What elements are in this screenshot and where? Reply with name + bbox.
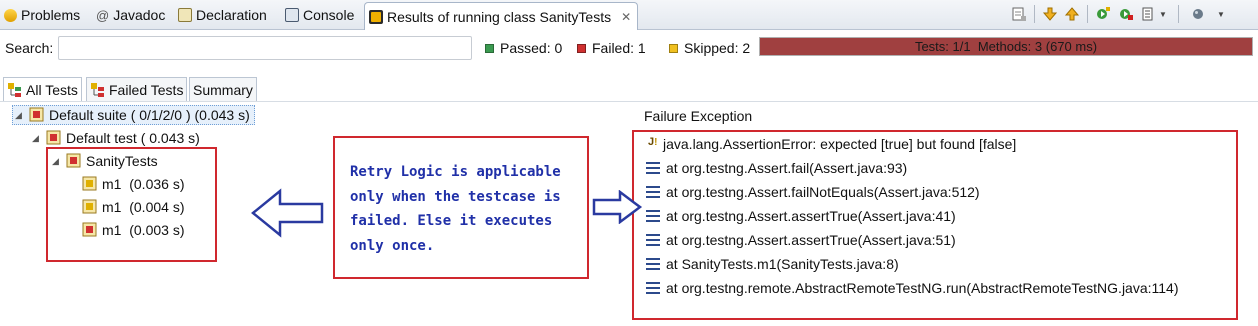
tab-problems[interactable]: Problems bbox=[4, 4, 80, 26]
test-hierarchy-icon bbox=[8, 82, 21, 97]
stack-frame-text: at org.testng.Assert.fail(Assert.java:93… bbox=[666, 160, 908, 176]
tab-console[interactable]: Console bbox=[285, 4, 354, 26]
stack-frame-icon bbox=[646, 234, 660, 246]
test-progress-bar: Tests: 1/1 Methods: 3 (670 ms) bbox=[759, 37, 1253, 56]
skipped-icon bbox=[669, 43, 678, 53]
tab-label: Declaration bbox=[196, 7, 267, 23]
tab-summary[interactable]: Summary bbox=[189, 77, 257, 101]
right-arrow-icon bbox=[592, 190, 643, 224]
declaration-icon bbox=[178, 8, 192, 22]
expand-icon[interactable]: ◢ bbox=[32, 133, 42, 144]
stack-frame-icon bbox=[646, 282, 660, 294]
tab-testng-results[interactable]: Results of running class SanityTests ✕ bbox=[364, 2, 639, 30]
passed-label: Passed: 0 bbox=[500, 40, 563, 56]
exception-text: java.lang.AssertionError: expected [true… bbox=[663, 136, 1017, 152]
problems-icon bbox=[4, 8, 17, 22]
tab-label: All Tests bbox=[26, 81, 78, 98]
stack-frame-row[interactable]: at org.testng.Assert.assertTrue(Assert.j… bbox=[646, 206, 956, 226]
failed-counter: Failed: 1 bbox=[577, 40, 646, 56]
layout-menu-icon[interactable] bbox=[1141, 6, 1157, 22]
close-icon[interactable]: ✕ bbox=[621, 10, 631, 24]
suite-icon bbox=[29, 107, 44, 122]
stack-frame-icon bbox=[646, 186, 660, 198]
tab-all-tests[interactable]: All Tests bbox=[3, 77, 82, 101]
tree-item-test[interactable]: ◢ Default test ( 0.043 s) bbox=[32, 128, 200, 148]
stack-frame-text: at org.testng.Assert.assertTrue(Assert.j… bbox=[666, 232, 956, 248]
tab-failed-tests[interactable]: Failed Tests bbox=[86, 77, 188, 101]
tree-label: Default suite ( 0/1/2/0 ) (0.043 s) bbox=[49, 107, 250, 123]
rerun-icon[interactable] bbox=[1095, 6, 1111, 22]
exception-row[interactable]: J! java.lang.AssertionError: expected [t… bbox=[648, 134, 1016, 154]
failure-exception-title: Failure Exception bbox=[644, 108, 753, 124]
stack-frame-icon bbox=[646, 258, 660, 270]
passed-counter: Passed: 0 bbox=[485, 40, 562, 56]
stack-frame-row[interactable]: at SanityTests.m1(SanityTests.java:8) bbox=[646, 254, 899, 274]
search-label: Search: bbox=[5, 40, 54, 56]
tab-label: Console bbox=[303, 7, 355, 23]
toolbar-separator bbox=[1087, 5, 1088, 23]
test-icon bbox=[46, 130, 61, 145]
stack-frame-row[interactable]: at org.testng.remote.AbstractRemoteTestN… bbox=[646, 278, 1179, 298]
toolbar-separator bbox=[1178, 5, 1179, 23]
tab-javadoc[interactable]: @ Javadoc bbox=[96, 4, 165, 26]
stack-frame-icon bbox=[646, 210, 660, 222]
skipped-counter: Skipped: 2 bbox=[669, 40, 750, 56]
skipped-label: Skipped: 2 bbox=[684, 40, 751, 56]
stack-frame-text: at org.testng.remote.AbstractRemoteTestN… bbox=[666, 280, 1179, 296]
tree-label: Default test ( 0.043 s) bbox=[66, 130, 200, 146]
stack-frame-icon bbox=[646, 162, 660, 174]
tab-label: Problems bbox=[21, 7, 81, 23]
stack-frame-text: at SanityTests.m1(SanityTests.java:8) bbox=[666, 256, 899, 272]
progress-text: Tests: 1/1 Methods: 3 (670 ms) bbox=[914, 39, 1098, 54]
search-input[interactable] bbox=[58, 36, 472, 60]
tab-label: Failed Tests bbox=[109, 81, 184, 98]
stack-frame-row[interactable]: at org.testng.Assert.failNotEquals(Asser… bbox=[646, 182, 980, 202]
test-hierarchy-icon bbox=[91, 82, 104, 97]
failed-icon bbox=[577, 43, 586, 53]
next-failure-icon[interactable] bbox=[1042, 6, 1058, 22]
tab-label: Summary bbox=[193, 81, 253, 98]
javadoc-icon: @ bbox=[96, 7, 110, 23]
stack-frame-text: at org.testng.Assert.assertTrue(Assert.j… bbox=[666, 208, 956, 224]
chevron-down-icon[interactable]: ▼ bbox=[1158, 6, 1168, 22]
view-tab-bar: Problems @ Javadoc Declaration Console R… bbox=[0, 0, 1258, 30]
run-history-icon[interactable] bbox=[1190, 6, 1206, 22]
toolbar-separator bbox=[1034, 5, 1035, 23]
left-arrow-icon bbox=[251, 188, 324, 238]
stack-frame-text: at org.testng.Assert.failNotEquals(Asser… bbox=[666, 184, 980, 200]
testng-icon bbox=[369, 9, 383, 24]
view-menu-icon[interactable]: ▼ bbox=[1216, 6, 1226, 22]
previous-failure-icon[interactable] bbox=[1064, 6, 1080, 22]
stack-frame-row[interactable]: at org.testng.Assert.assertTrue(Assert.j… bbox=[646, 230, 956, 250]
divider bbox=[0, 101, 1258, 102]
annotation-box-tree bbox=[46, 147, 217, 262]
tab-declaration[interactable]: Declaration bbox=[178, 4, 267, 26]
tab-label: Results of running class SanityTests bbox=[387, 8, 612, 25]
console-icon bbox=[285, 8, 299, 22]
callout-text: Retry Logic is applicable only when the … bbox=[350, 164, 561, 254]
tree-item-suite[interactable]: ◢ Default suite ( 0/1/2/0 ) (0.043 s) bbox=[12, 105, 255, 125]
expand-icon[interactable]: ◢ bbox=[15, 110, 25, 121]
exception-icon: J! bbox=[648, 136, 658, 148]
passed-icon bbox=[485, 43, 494, 53]
stack-frame-row[interactable]: at org.testng.Assert.fail(Assert.java:93… bbox=[646, 158, 907, 178]
tab-label: Javadoc bbox=[113, 7, 166, 23]
scroll-lock-icon[interactable] bbox=[1011, 6, 1027, 22]
failed-label: Failed: 1 bbox=[592, 40, 646, 56]
rerun-failed-icon[interactable] bbox=[1118, 6, 1134, 22]
